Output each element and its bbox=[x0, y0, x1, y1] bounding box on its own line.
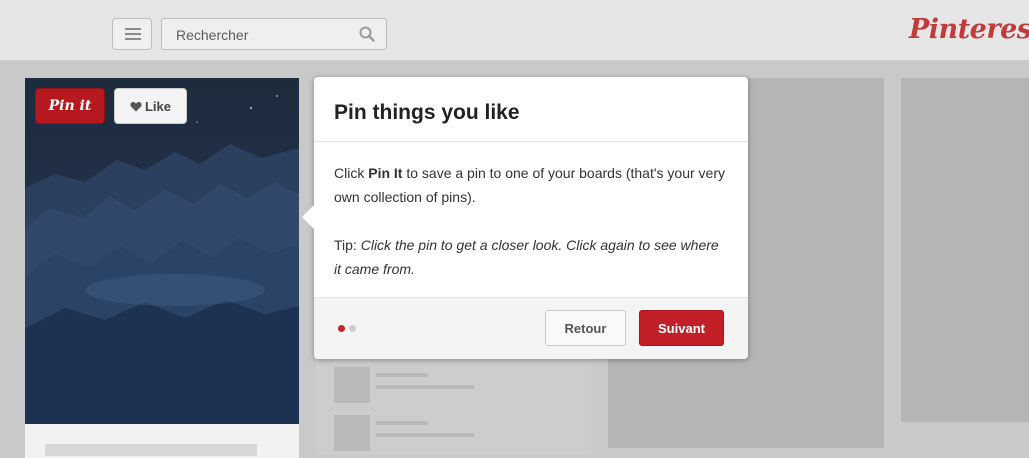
popup-description: Click Pin It to save a pin to one of you… bbox=[334, 161, 729, 209]
popup-body: Click Pin It to save a pin to one of you… bbox=[334, 161, 729, 281]
popup-header: Pin things you like bbox=[314, 77, 748, 142]
popup-footer: Retour Suivant bbox=[314, 297, 748, 359]
popup-title: Pin things you like bbox=[334, 101, 520, 124]
step-indicator-inactive bbox=[349, 325, 356, 332]
popup-pointer-arrow bbox=[302, 205, 314, 229]
step-indicator-active bbox=[338, 325, 345, 332]
tip-label: Tip: bbox=[334, 237, 361, 253]
popup-tip: Tip: Click the pin to get a closer look.… bbox=[334, 233, 729, 281]
description-text: Click bbox=[334, 165, 369, 181]
pin-it-emphasis: Pin It bbox=[368, 165, 403, 181]
back-button[interactable]: Retour bbox=[545, 310, 626, 346]
tutorial-popup: Pin things you like Click Pin It to save… bbox=[302, 77, 748, 359]
next-button[interactable]: Suivant bbox=[639, 310, 724, 346]
tip-text: Click the pin to get a closer look. Clic… bbox=[334, 237, 719, 277]
